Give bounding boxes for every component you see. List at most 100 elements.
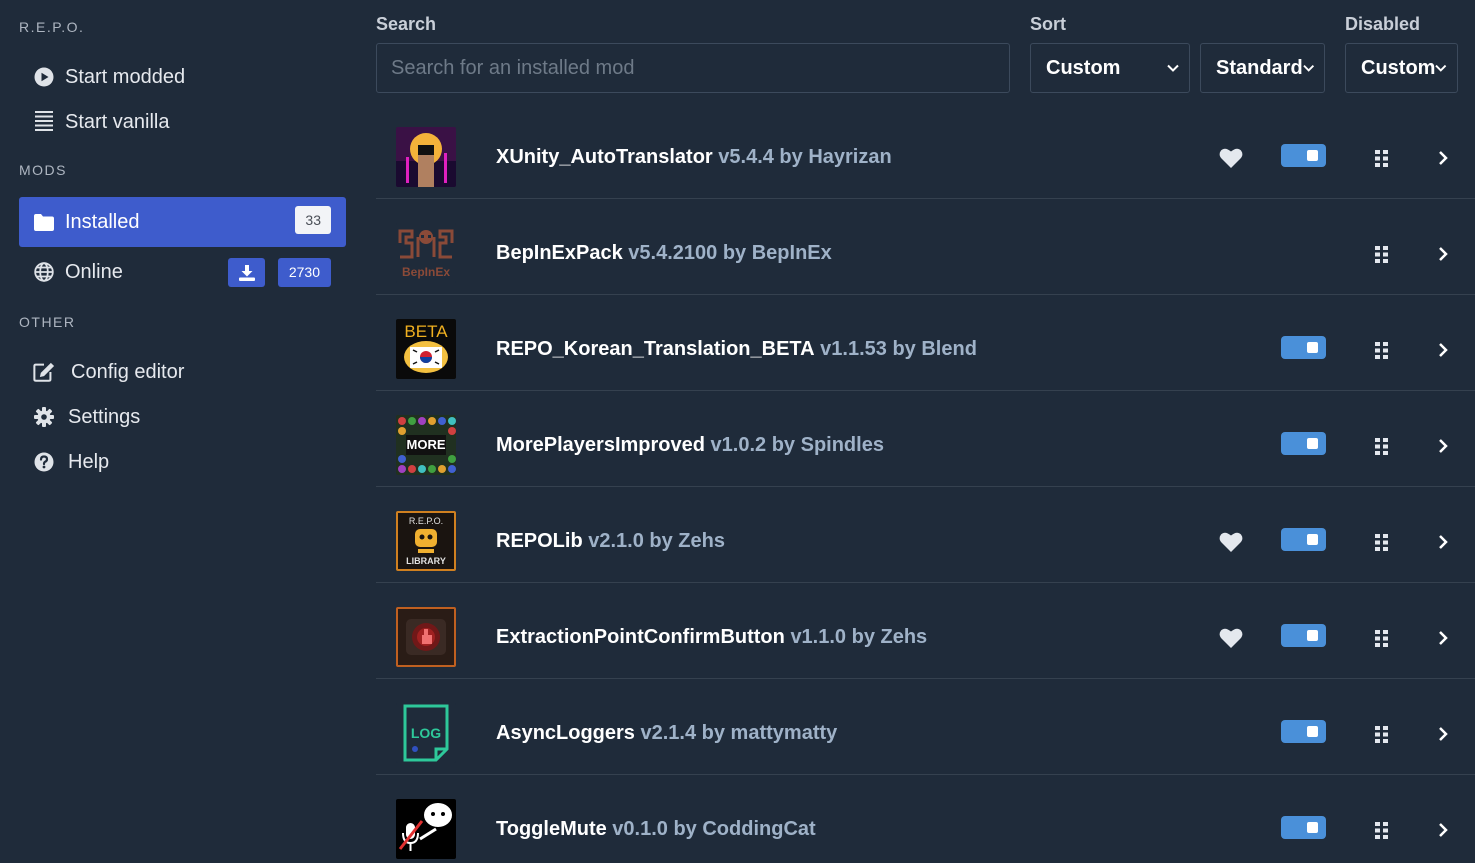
download-updates-button[interactable] [228, 258, 265, 287]
mod-version-author: v5.4.4 by Hayrizan [718, 146, 892, 168]
mod-name: REPO_Korean_Translation_BETA [496, 338, 815, 360]
config-editor-label: Config editor [71, 360, 185, 383]
mod-title: AsyncLoggers v2.1.4 by mattymatty [496, 722, 837, 745]
mod-version-author: v1.0.2 by Spindles [710, 434, 884, 456]
mod-thumbnail: BETA [396, 319, 456, 379]
drag-handle-icon[interactable] [1375, 534, 1389, 551]
start-vanilla-button[interactable]: Start vanilla [19, 102, 346, 142]
chevron-right-icon[interactable] [1436, 438, 1450, 454]
chevron-right-icon[interactable] [1436, 150, 1450, 166]
mod-name: ExtractionPointConfirmButton [496, 626, 785, 648]
enable-toggle[interactable] [1281, 816, 1326, 839]
mod-version-author: v0.1.0 by CoddingCat [612, 818, 816, 840]
play-circle-icon [33, 66, 55, 88]
enable-toggle[interactable] [1281, 720, 1326, 743]
sort-select-value: Custom [1046, 56, 1121, 79]
mod-row[interactable]: XUnity_AutoTranslator v5.4.4 by Hayrizan [376, 103, 1475, 199]
mod-name: AsyncLoggers [496, 722, 635, 744]
list-lines-icon [33, 111, 55, 133]
mod-thumbnail: R.E.P.O. LIBRARY [396, 511, 456, 571]
mod-thumbnail: BepInEx [396, 223, 456, 283]
mod-title: REPOLib v2.1.0 by Zehs [496, 530, 725, 553]
start-modded-button[interactable]: Start modded [19, 57, 346, 97]
disabled-label: Disabled [1345, 14, 1421, 34]
favorite-heart-icon[interactable] [1219, 147, 1243, 169]
mod-row[interactable]: ExtractionPointConfirmButton v1.1.0 by Z… [376, 583, 1475, 679]
chevron-right-icon[interactable] [1436, 822, 1450, 838]
mod-thumbnail [396, 799, 456, 859]
sort-order-select[interactable]: Standard [1200, 43, 1325, 93]
mod-row[interactable]: BETA REPO_Korean_Translation_BETA v1.1.5… [376, 295, 1475, 391]
svg-text:BETA: BETA [404, 322, 448, 341]
toggle-knob [1307, 726, 1318, 737]
favorite-heart-icon[interactable] [1219, 531, 1243, 553]
enable-toggle[interactable] [1281, 144, 1326, 167]
enable-toggle[interactable] [1281, 432, 1326, 455]
mod-row[interactable]: ToggleMute v0.1.0 by CoddingCat [376, 775, 1475, 863]
chevron-right-icon[interactable] [1436, 342, 1450, 358]
svg-text:LOG: LOG [411, 725, 441, 741]
mod-title: REPO_Korean_Translation_BETA v1.1.53 by … [496, 338, 977, 361]
sidebar-item-settings[interactable]: Settings [19, 397, 346, 437]
mod-version-author: v1.1.0 by Zehs [790, 626, 928, 648]
online-count-badge: 2730 [277, 258, 331, 287]
game-title: R.E.P.O. [19, 19, 85, 35]
start-modded-label: Start modded [65, 65, 186, 88]
svg-text:R.E.P.O.: R.E.P.O. [409, 516, 443, 526]
chevron-right-icon[interactable] [1436, 630, 1450, 646]
chevron-down-icon [1302, 64, 1314, 72]
drag-handle-icon[interactable] [1375, 342, 1389, 359]
mod-row[interactable]: LOG AsyncLoggers v2.1.4 by mattymatty [376, 679, 1475, 775]
mod-name: ToggleMute [496, 818, 607, 840]
drag-handle-icon[interactable] [1375, 630, 1389, 647]
mod-name: MorePlayersImproved [496, 434, 705, 456]
mod-row[interactable]: MORE MorePlayersImproved v1.0.2 by Spind… [376, 391, 1475, 487]
toggle-knob [1307, 438, 1318, 449]
sidebar-item-config-editor[interactable]: Config editor [19, 352, 346, 392]
mod-row[interactable]: R.E.P.O. LIBRARY REPOLib v2.1.0 by Zehs [376, 487, 1475, 583]
mod-thumbnail: MORE [396, 415, 456, 475]
mod-name: REPOLib [496, 530, 583, 552]
start-vanilla-label: Start vanilla [65, 110, 170, 133]
favorite-heart-icon[interactable] [1219, 627, 1243, 649]
mod-row[interactable]: BepInEx BepInExPack v5.4.2100 by BepInEx [376, 199, 1475, 295]
toggle-knob [1307, 342, 1318, 353]
chevron-right-icon[interactable] [1436, 246, 1450, 262]
toggle-knob [1307, 150, 1318, 161]
drag-handle-icon[interactable] [1375, 822, 1389, 839]
sort-select[interactable]: Custom [1030, 43, 1190, 93]
mod-title: BepInExPack v5.4.2100 by BepInEx [496, 242, 832, 265]
drag-handle-icon[interactable] [1375, 726, 1389, 743]
installed-label: Installed [65, 210, 140, 233]
edit-icon [33, 361, 55, 383]
disabled-select[interactable]: Custom [1345, 43, 1458, 93]
svg-text:MORE: MORE [407, 437, 446, 452]
search-field [376, 43, 1010, 93]
toggle-knob [1307, 822, 1318, 833]
drag-handle-icon[interactable] [1375, 438, 1389, 455]
gear-icon [33, 406, 55, 428]
sidebar-item-help[interactable]: Help [19, 442, 346, 482]
chevron-right-icon[interactable] [1436, 726, 1450, 742]
mod-version-author: v2.1.4 by mattymatty [640, 722, 838, 744]
enable-toggle[interactable] [1281, 624, 1326, 647]
enable-toggle[interactable] [1281, 336, 1326, 359]
chevron-right-icon[interactable] [1436, 534, 1450, 550]
mods-heading: MODS [19, 162, 67, 178]
mod-name: BepInExPack [496, 242, 623, 264]
mod-thumbnail [396, 127, 456, 187]
sidebar: R.E.P.O. Start modded Start vanilla MODS… [0, 0, 360, 863]
mod-title: ExtractionPointConfirmButton v1.1.0 by Z… [496, 626, 927, 649]
chevron-down-icon [1167, 64, 1179, 72]
sort-order-value: Standard [1216, 56, 1303, 79]
toggle-knob [1307, 630, 1318, 641]
drag-handle-icon[interactable] [1375, 150, 1389, 167]
sidebar-item-installed[interactable]: Installed 33 [19, 197, 346, 247]
online-label: Online [65, 260, 123, 283]
drag-handle-icon[interactable] [1375, 246, 1389, 263]
sidebar-item-online[interactable]: Online 2730 [19, 252, 346, 292]
help-label: Help [68, 450, 110, 473]
search-input[interactable] [377, 44, 1009, 92]
folder-icon [33, 211, 55, 233]
enable-toggle[interactable] [1281, 528, 1326, 551]
